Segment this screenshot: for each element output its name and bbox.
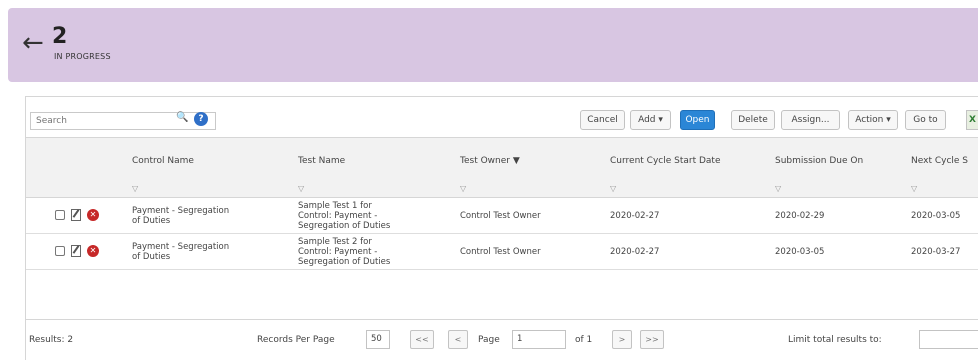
action-button[interactable]: Action ▾: [848, 110, 898, 130]
table-row[interactable]: ✕ Payment - Segregation of Duties Sample…: [26, 234, 978, 270]
column-test-name[interactable]: Test Name: [298, 156, 345, 166]
excel-export-icon[interactable]: X: [966, 110, 978, 130]
page-label: Page: [478, 335, 500, 345]
start-date-cell: 2020-02-27: [610, 211, 660, 221]
table-row[interactable]: ✕ Payment - Segregation of Duties Sample…: [26, 198, 978, 234]
column-test-owner[interactable]: Test Owner ▼: [460, 156, 520, 166]
cancel-button[interactable]: Cancel: [580, 110, 625, 130]
arrow-left-icon[interactable]: ←: [22, 30, 44, 56]
test-owner-cell: Control Test Owner: [460, 247, 541, 257]
column-next-cycle[interactable]: Next Cycle S: [911, 156, 968, 166]
row-checkbox[interactable]: [55, 246, 65, 256]
filter-icon[interactable]: ▽: [775, 184, 781, 193]
row-checkbox[interactable]: [55, 210, 65, 220]
status-label: IN PROGRESS: [54, 52, 111, 61]
status-header: ← 2 IN PROGRESS: [8, 8, 978, 82]
table-header: Control Name Test Name Test Owner ▼ Curr…: [26, 138, 978, 184]
results-count: Results: 2: [29, 335, 74, 345]
open-button[interactable]: Open: [680, 110, 715, 130]
column-due-on[interactable]: Submission Due On: [775, 156, 863, 166]
results-panel: 🔍 ? Cancel Add ▾ Open Delete Assign... A…: [25, 96, 978, 360]
records-per-page-input[interactable]: 50: [366, 330, 390, 349]
next-page-button[interactable]: >: [612, 330, 632, 349]
limit-results-input[interactable]: [919, 330, 978, 349]
delete-row-icon[interactable]: ✕: [87, 245, 99, 257]
filter-icon[interactable]: ▽: [460, 184, 466, 193]
last-page-button[interactable]: >>: [640, 330, 664, 349]
column-start-date[interactable]: Current Cycle Start Date: [610, 156, 720, 166]
test-owner-cell: Control Test Owner: [460, 211, 541, 221]
search-icon[interactable]: 🔍: [176, 112, 188, 123]
test-name-cell: Sample Test 2 for Control: Payment - Seg…: [298, 237, 391, 267]
page-input[interactable]: 1: [512, 330, 566, 349]
records-per-page-label: Records Per Page: [257, 335, 335, 345]
first-page-button[interactable]: <<: [410, 330, 434, 349]
column-control-name[interactable]: Control Name: [132, 156, 194, 166]
filter-row: ▽ ▽ ▽ ▽ ▽ ▽: [26, 183, 978, 198]
due-on-cell: 2020-02-29: [775, 211, 825, 221]
page-of-label: of 1: [575, 335, 593, 345]
delete-button[interactable]: Delete: [731, 110, 775, 130]
goto-button[interactable]: Go to: [905, 110, 946, 130]
help-icon[interactable]: ?: [194, 112, 208, 126]
assign-button[interactable]: Assign...: [781, 110, 840, 130]
limit-results-label: Limit total results to:: [788, 335, 882, 345]
add-button[interactable]: Add ▾: [630, 110, 671, 130]
pagination-footer: Results: 2 Records Per Page 50 << < Page…: [26, 319, 978, 360]
toolbar: 🔍 ? Cancel Add ▾ Open Delete Assign... A…: [26, 97, 978, 138]
control-name-cell: Payment - Segregation of Duties: [132, 206, 230, 226]
item-count: 2: [52, 24, 68, 49]
test-name-cell: Sample Test 1 for Control: Payment - Seg…: [298, 201, 391, 231]
due-on-cell: 2020-03-05: [775, 247, 825, 257]
filter-icon[interactable]: ▽: [298, 184, 304, 193]
next-cycle-cell: 2020-03-27: [911, 247, 961, 257]
control-name-cell: Payment - Segregation of Duties: [132, 242, 230, 262]
start-date-cell: 2020-02-27: [610, 247, 660, 257]
edit-icon[interactable]: [71, 245, 81, 257]
filter-icon[interactable]: ▽: [911, 184, 917, 193]
prev-page-button[interactable]: <: [448, 330, 468, 349]
filter-icon[interactable]: ▽: [132, 184, 138, 193]
filter-icon[interactable]: ▽: [610, 184, 616, 193]
next-cycle-cell: 2020-03-05: [911, 211, 961, 221]
delete-row-icon[interactable]: ✕: [87, 209, 99, 221]
edit-icon[interactable]: [71, 209, 81, 221]
